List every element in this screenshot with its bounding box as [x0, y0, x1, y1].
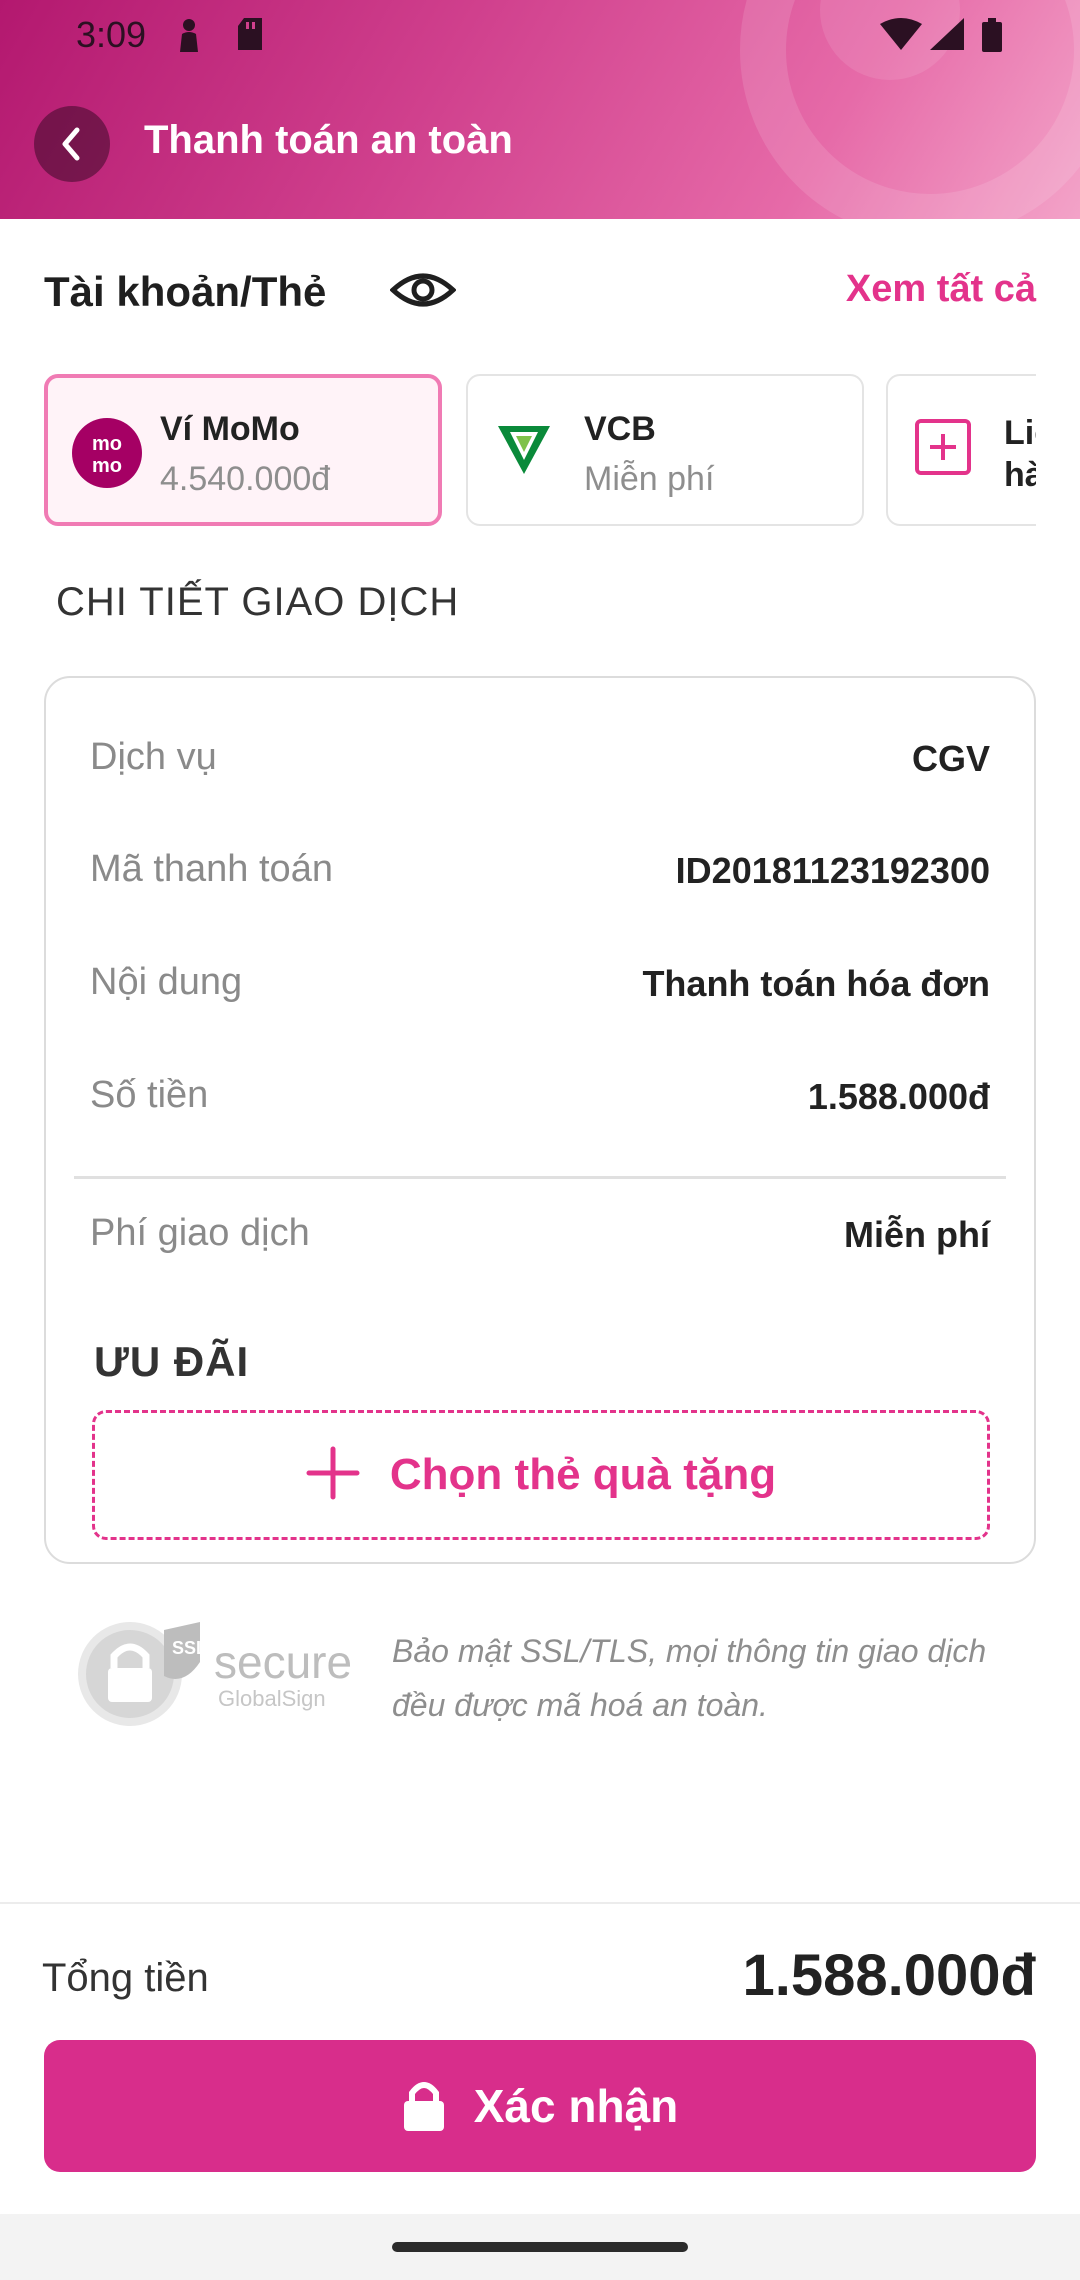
- confirm-label: Xác nhận: [473, 2080, 679, 2132]
- eye-icon[interactable]: [389, 268, 457, 317]
- bottom-bar: Tổng tiền 1.588.000đ Xác nhận: [0, 1902, 1080, 2214]
- back-button[interactable]: [34, 106, 110, 182]
- svg-text:SSL: SSL: [172, 1638, 207, 1658]
- payment-source-list: momo Ví MoMo 4.540.000đ VCB Miễn phí Liê…: [44, 374, 1036, 528]
- add-card-icon: [914, 418, 972, 481]
- detail-value: ID20181123192300: [675, 850, 990, 891]
- lock-icon: [402, 2077, 446, 2136]
- home-indicator[interactable]: [392, 2242, 688, 2252]
- divider: [74, 1176, 1006, 1179]
- detail-row: Mã thanh toán ID20181123192300: [90, 848, 990, 908]
- status-time: 3:09: [76, 14, 147, 55]
- chevron-left-icon: [62, 127, 80, 161]
- cellular-signal-icon: [930, 18, 964, 55]
- transaction-details-box: Dịch vụ CGV Mã thanh toán ID201811231923…: [44, 676, 1036, 1564]
- svg-text:GlobalSign: GlobalSign: [218, 1686, 326, 1711]
- ssl-secure-logo: SSL secure GlobalSign: [74, 1616, 374, 1737]
- card-balance: 4.540.000đ: [160, 460, 331, 498]
- card-name: VCB: [584, 410, 656, 448]
- detail-label: Phí giao dịch: [90, 1212, 310, 1254]
- detail-label: Nội dung: [90, 961, 243, 1003]
- gift-button-label: Chọn thẻ quà tặng: [389, 1450, 777, 1499]
- payment-card-vcb[interactable]: VCB Miễn phí: [466, 374, 864, 526]
- select-gift-card-button[interactable]: Chọn thẻ quà tặng: [92, 1410, 990, 1540]
- detail-value: CGV: [911, 738, 990, 779]
- payment-card-link-bank[interactable]: Liê hà: [886, 374, 1036, 526]
- plus-icon: [306, 1446, 360, 1505]
- detail-value: Miễn phí: [844, 1214, 990, 1255]
- confirm-button[interactable]: Xác nhận: [44, 2040, 1036, 2172]
- total-value: 1.588.000đ: [742, 1943, 1036, 2008]
- details-section-title: CHI TIẾT GIAO DỊCH: [56, 580, 460, 624]
- notification-person-icon: [176, 18, 202, 57]
- battery-icon: [982, 18, 1002, 57]
- ssl-logo-text: secure: [214, 1636, 352, 1688]
- detail-value: 1.588.000đ: [807, 1076, 990, 1117]
- status-bar: 3:09: [0, 0, 1080, 70]
- card-sub: hà: [1004, 456, 1036, 494]
- detail-label: Số tiền: [90, 1074, 209, 1116]
- vcb-logo-icon: [494, 418, 554, 483]
- page-title: Thanh toán an toàn: [144, 118, 513, 162]
- card-name: Liê: [1004, 414, 1036, 452]
- detail-row: Nội dung Thanh toán hóa đơn: [90, 961, 990, 1021]
- system-nav-area: [0, 2214, 1080, 2280]
- sd-card-icon: [236, 18, 264, 55]
- detail-row: Dịch vụ CGV: [90, 736, 990, 796]
- detail-label: Mã thanh toán: [90, 848, 333, 890]
- svg-text:mo: mo: [92, 455, 122, 477]
- ssl-note: Bảo mật SSL/TLS, mọi thông tin giao dịch…: [392, 1633, 987, 1723]
- momo-logo-icon: mo mo: [72, 418, 142, 493]
- app-header: 3:09 Thanh toán an toàn: [0, 0, 1080, 219]
- card-name: Ví MoMo: [160, 410, 300, 448]
- accounts-title: Tài khoản/Thẻ: [44, 268, 327, 315]
- detail-row: Phí giao dịch Miễn phí: [90, 1212, 990, 1272]
- total-label: Tổng tiền: [42, 1956, 209, 2000]
- payment-card-momo[interactable]: mo mo Ví MoMo 4.540.000đ: [44, 374, 442, 526]
- see-all-link[interactable]: Xem tất cả: [846, 268, 1036, 311]
- svg-text:mo: mo: [92, 433, 122, 455]
- detail-label: Dịch vụ: [90, 736, 217, 778]
- detail-value: Thanh toán hóa đơn: [642, 963, 990, 1004]
- wifi-icon: [880, 18, 922, 55]
- card-fee: Miễn phí: [584, 460, 715, 498]
- promo-title: ƯU ĐÃI: [94, 1338, 250, 1385]
- detail-row: Số tiền 1.588.000đ: [90, 1074, 990, 1134]
